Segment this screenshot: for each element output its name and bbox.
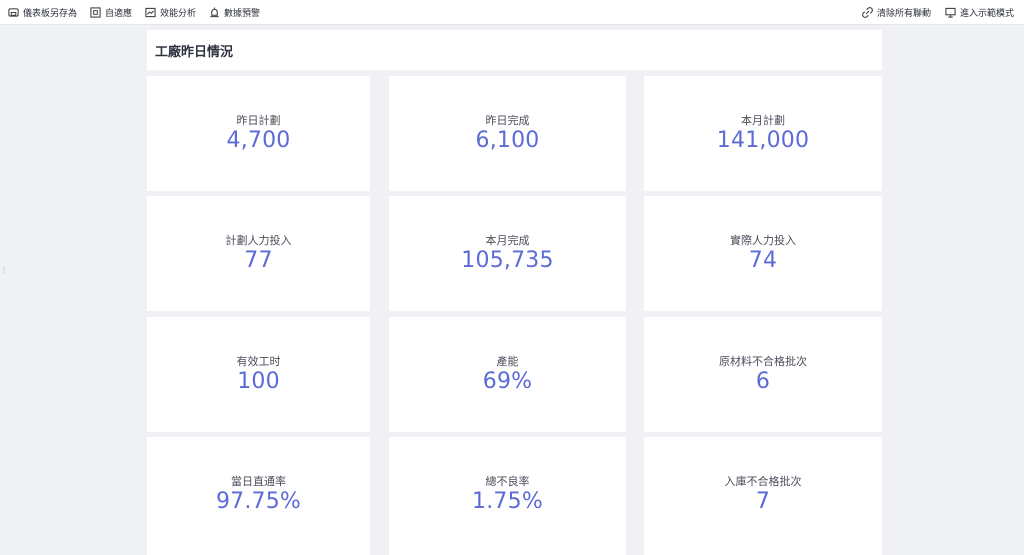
dashboard-toolbar: 儀表板另存為 自適應 效能分析 數據預警 清除所有聯動 進入示範模式 [0,0,1024,25]
kpi-label: 總不良率 [485,475,530,488]
section-title: 工廠昨日情況 [155,44,234,60]
kpi-value: 7 [755,489,771,514]
kpi-value: 69% [482,369,533,394]
kpi-value: 77 [244,248,273,273]
presentation-mode-label: 進入示範模式 [959,9,1014,19]
save-as-label: 儀表板另存為 [23,9,78,19]
kpi-label: 計劃人力投入 [225,234,292,247]
kpi-value: 141,000 [716,128,810,153]
kpi-value: 100 [237,369,280,394]
clear-all-links-label: 清除所有聯動 [876,9,931,19]
kpi-label: 有效工时 [236,355,281,368]
kpi-value: 74 [748,248,778,273]
kpi-card-yesterday-plan[interactable]: 昨日計劃 4,700 [147,76,370,191]
kpi-label: 當日直通率 [231,475,286,488]
kpi-value: 1.75% [472,489,543,514]
performance-analysis-button[interactable]: 效能分析 [145,0,196,25]
presentation-icon [945,7,956,18]
kpi-value: 6 [755,369,771,394]
kpi-value: 6,100 [475,128,540,153]
kpi-card-planned-manpower[interactable]: 計劃人力投入 77 [147,196,370,311]
kpi-value: 4,700 [226,128,291,153]
data-alert-button[interactable]: 數據預警 [209,0,260,25]
kpi-card-month-plan[interactable]: 本月計劃 141,000 [644,76,882,191]
section-title-bar: 工廠昨日情況 [147,30,882,70]
fit-screen-button[interactable]: 自適應 [90,0,132,25]
kpi-card-raw-material-rejects[interactable]: 原材料不合格批次 6 [644,317,882,432]
kpi-value: 97.75% [215,489,302,514]
clear-all-links-button[interactable]: 清除所有聯動 [862,0,931,25]
performance-analysis-label: 效能分析 [160,9,197,19]
kpi-card-capacity[interactable]: 產能 69% [389,317,626,432]
kpi-card-first-pass-yield[interactable]: 當日直通率 97.75% [147,437,370,555]
clear-link-icon [862,7,873,18]
data-alert-label: 數據預警 [224,9,261,19]
kpi-value: 105,735 [461,248,554,273]
fit-screen-icon [90,7,101,18]
kpi-card-inbound-rejects[interactable]: 入庫不合格批次 7 [644,437,882,555]
kpi-card-yesterday-done[interactable]: 昨日完成 6,100 [389,76,626,191]
save-as-button[interactable]: 儀表板另存為 [8,0,77,25]
save-as-icon [8,7,19,18]
side-collapse-handle[interactable]: ⋮ [0,266,8,280]
performance-icon [145,7,156,18]
kpi-card-actual-manpower[interactable]: 實際人力投入 74 [644,196,882,311]
alert-icon [209,7,220,18]
kpi-label: 昨日計劃 [236,114,281,127]
kpi-label: 入庫不合格批次 [724,475,802,488]
kpi-label: 產能 [496,355,519,368]
kpi-card-defect-rate[interactable]: 總不良率 1.75% [389,437,626,555]
toolbar-right-group: 清除所有聯動 進入示範模式 [848,0,1014,25]
toolbar-left-group: 儀表板另存為 自適應 效能分析 數據預警 [8,0,273,25]
kpi-card-effective-hours[interactable]: 有效工时 100 [147,317,370,432]
fit-screen-label: 自適應 [105,9,133,19]
kpi-card-month-done[interactable]: 本月完成 105,735 [389,196,626,311]
kpi-label: 原材料不合格批次 [719,355,807,368]
kpi-label: 昨日完成 [485,114,530,127]
kpi-label: 本月計劃 [741,114,785,127]
kpi-label: 實際人力投入 [730,234,796,247]
kpi-label: 本月完成 [485,234,530,247]
presentation-mode-button[interactable]: 進入示範模式 [945,0,1014,25]
